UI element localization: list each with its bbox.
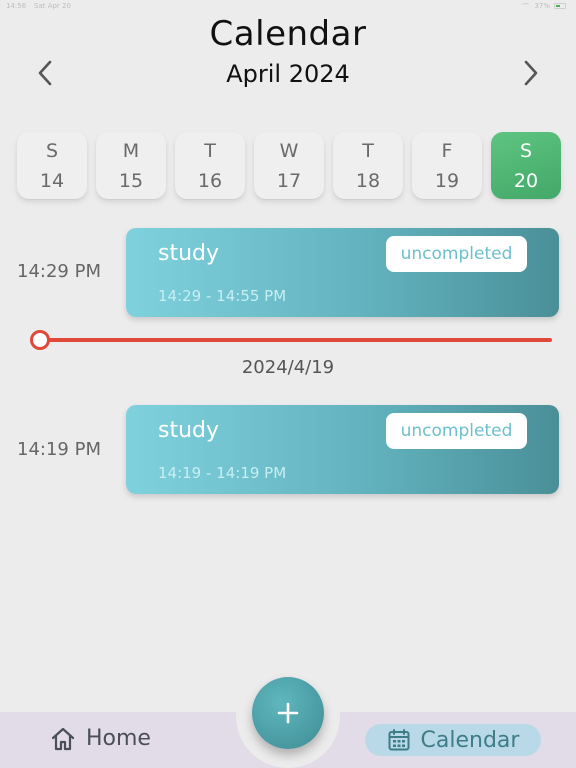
page-title: Calendar: [209, 14, 367, 54]
day-of-week: F: [441, 139, 453, 162]
day-of-week: S: [519, 139, 533, 162]
status-date: Sat Apr 20: [34, 2, 71, 10]
day-number: 17: [276, 169, 302, 192]
day-number: 15: [118, 169, 144, 192]
day-of-week: M: [122, 139, 140, 162]
day-saturday-20-selected[interactable]: S 20: [491, 132, 561, 199]
status-time: 14:56: [6, 2, 27, 10]
event-time-range: 14:19 - 14:19 PM: [158, 464, 287, 482]
tab-calendar[interactable]: Calendar: [365, 724, 541, 756]
battery-icon: [554, 3, 566, 9]
battery-percent: 37%: [534, 2, 550, 10]
status-bar: 14:56 Sat Apr 20 37%: [0, 0, 576, 14]
date-separator: 2024/4/19: [241, 357, 335, 378]
plus-icon: [277, 702, 299, 724]
day-number: 16: [197, 169, 223, 192]
current-time-dot: [30, 330, 50, 350]
day-number: 19: [434, 169, 460, 192]
day-friday-19[interactable]: F 19: [412, 132, 482, 199]
day-of-week: W: [279, 139, 299, 162]
chevron-right-icon: [524, 60, 538, 86]
next-month-button[interactable]: [516, 58, 546, 88]
calendar-icon: [388, 729, 410, 751]
month-label: April 2024: [226, 60, 350, 88]
event-card[interactable]: study uncompleted 14:29 - 14:55 PM: [126, 228, 559, 317]
current-time-indicator: [30, 330, 552, 350]
status-indicators: 37%: [521, 2, 566, 10]
current-time-line: [48, 338, 552, 342]
event-time-range: 14:29 - 14:55 PM: [158, 287, 287, 305]
day-thursday-18[interactable]: T 18: [333, 132, 403, 199]
status-badge[interactable]: uncompleted: [386, 236, 527, 272]
tab-home[interactable]: Home: [50, 726, 151, 751]
add-event-button[interactable]: [252, 677, 324, 749]
status-badge[interactable]: uncompleted: [386, 413, 527, 449]
day-of-week: T: [362, 139, 374, 162]
day-of-week: T: [204, 139, 216, 162]
day-monday-15[interactable]: M 15: [96, 132, 166, 199]
day-number: 14: [39, 169, 65, 192]
day-sunday-14[interactable]: S 14: [17, 132, 87, 199]
event-card[interactable]: study uncompleted 14:19 - 14:19 PM: [126, 405, 559, 494]
wifi-icon: [521, 3, 531, 9]
tab-calendar-label: Calendar: [420, 727, 520, 753]
tab-home-label: Home: [86, 726, 151, 751]
day-wednesday-17[interactable]: W 17: [254, 132, 324, 199]
event-time-label: 14:29 PM: [17, 261, 101, 282]
day-of-week: S: [45, 139, 59, 162]
day-number: 18: [355, 169, 381, 192]
day-number: 20: [513, 169, 539, 192]
day-tuesday-16[interactable]: T 16: [175, 132, 245, 199]
event-title: study: [158, 241, 220, 266]
week-strip: S 14 M 15 T 16 W 17 T 18 F 19 S 20: [17, 132, 561, 199]
home-icon: [51, 727, 75, 750]
event-time-label: 14:19 PM: [17, 439, 101, 460]
event-title: study: [158, 418, 220, 443]
